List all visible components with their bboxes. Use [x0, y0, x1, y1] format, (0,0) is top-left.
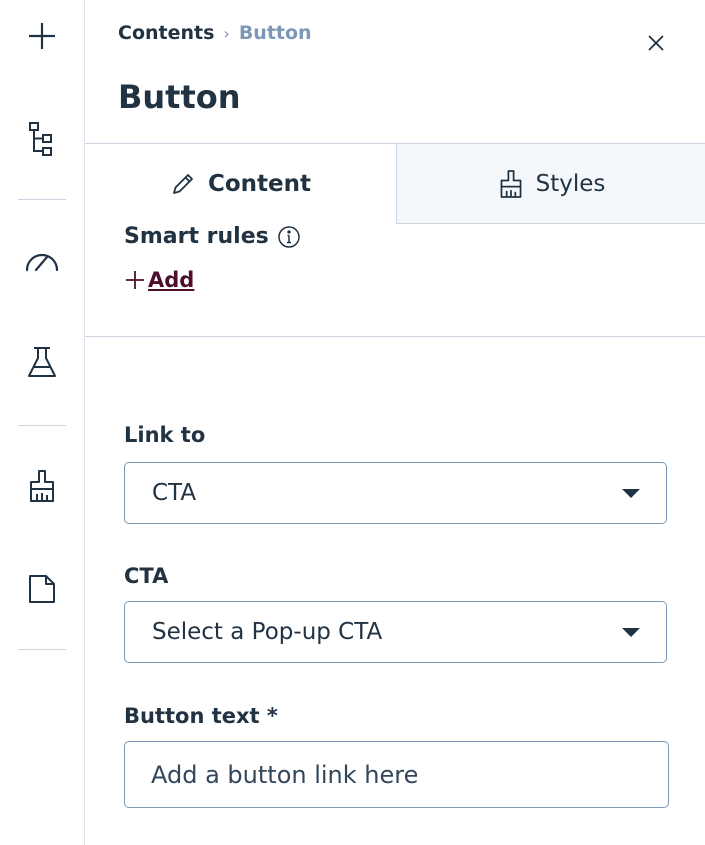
rail-divider: [18, 649, 66, 650]
button-text-input[interactable]: [124, 741, 669, 808]
close-icon: [648, 35, 664, 51]
info-icon[interactable]: [277, 225, 301, 249]
smart-rules-heading: Smart rules: [124, 224, 301, 249]
pencil-icon: [173, 173, 193, 194]
tab-content[interactable]: Content: [85, 144, 396, 223]
rail-divider: [18, 425, 66, 426]
button-text-label: Button text *: [124, 704, 278, 728]
caret-down-icon: [622, 488, 640, 498]
brush-icon: [500, 169, 522, 198]
editor-panel: Contents › Button Button Content Styles …: [85, 0, 705, 845]
cta-select[interactable]: Select a Pop-up CTA: [124, 601, 667, 663]
smart-rules-label: Smart rules: [124, 224, 269, 249]
link-to-value: CTA: [152, 480, 197, 506]
tab-styles[interactable]: Styles: [396, 144, 705, 224]
add-smart-rule-link[interactable]: Add: [124, 268, 194, 292]
cta-value: Select a Pop-up CTA: [152, 619, 383, 645]
speedometer-icon[interactable]: [18, 238, 66, 286]
left-tool-rail: [0, 0, 85, 845]
cta-label: CTA: [124, 564, 169, 588]
close-button[interactable]: [641, 28, 671, 58]
add-smart-rule-label: Add: [148, 268, 195, 292]
breadcrumb: Contents › Button: [118, 22, 312, 44]
breadcrumb-current: Button: [238, 22, 312, 44]
brush-icon[interactable]: [18, 462, 66, 510]
plus-icon: [126, 271, 144, 289]
tab-styles-label: Styles: [535, 170, 606, 197]
rail-divider: [18, 199, 66, 200]
tab-content-label: Content: [207, 170, 312, 197]
flask-icon[interactable]: [18, 339, 66, 387]
link-to-select[interactable]: CTA: [124, 462, 667, 524]
tab-bar: Content Styles: [85, 143, 705, 224]
page-title: Button: [118, 78, 241, 116]
section-divider: [85, 336, 705, 337]
breadcrumb-separator: ›: [223, 23, 230, 43]
link-to-label: Link to: [124, 423, 206, 447]
page-icon[interactable]: [18, 565, 66, 613]
plus-icon[interactable]: [18, 12, 66, 60]
breadcrumb-contents-link[interactable]: Contents: [118, 22, 214, 44]
tree-structure-icon[interactable]: [18, 115, 66, 163]
caret-down-icon: [622, 627, 640, 637]
